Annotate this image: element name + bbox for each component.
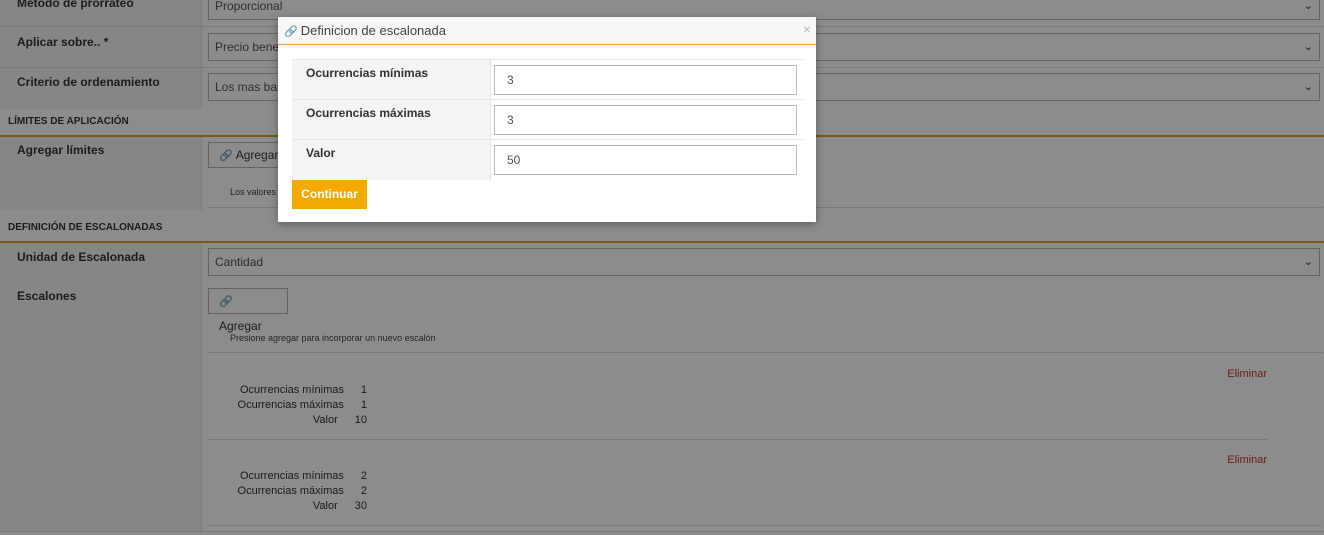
link-icon: 🔗 [284, 26, 298, 38]
max-occurrences-input[interactable]: 3 [494, 105, 797, 135]
field-label: Ocurrencias máximas [306, 106, 431, 120]
modal-field-row: Ocurrencias mínimas 3 [292, 59, 803, 100]
valor-input[interactable]: 50 [494, 145, 797, 175]
escalonada-modal: 🔗 Definicion de escalonada × Ocurrencias … [278, 17, 816, 222]
close-icon[interactable]: × [803, 21, 811, 37]
modal-header: 🔗 Definicion de escalonada × [278, 17, 816, 45]
modal-field-row: Valor 50 [292, 139, 803, 180]
field-label: Valor [306, 146, 336, 160]
continue-button[interactable]: Continuar [292, 180, 367, 209]
modal-field-row: Ocurrencias máximas 3 [292, 99, 803, 140]
modal-title: Definicion de escalonada [300, 23, 446, 38]
field-label: Ocurrencias mínimas [306, 66, 429, 80]
min-occurrences-input[interactable]: 3 [494, 65, 797, 95]
